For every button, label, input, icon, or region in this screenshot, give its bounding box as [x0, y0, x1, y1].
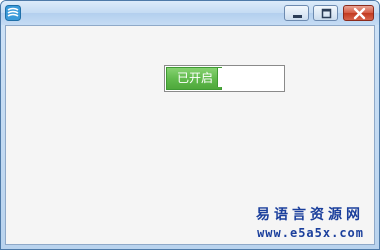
maximize-icon — [321, 8, 332, 19]
toggle-switch[interactable]: 已开启 — [164, 65, 285, 92]
client-area: 已开启 易语言资源网 www.e5a5x.com — [5, 25, 375, 245]
maximize-button[interactable] — [313, 5, 338, 21]
minimize-button[interactable] — [284, 5, 309, 21]
app-logo-icon[interactable] — [5, 5, 21, 21]
app-window: 已开启 易语言资源网 www.e5a5x.com — [0, 0, 380, 250]
close-icon — [353, 7, 366, 20]
close-button[interactable] — [343, 5, 374, 21]
switch-on-label: 已开启 — [166, 67, 222, 90]
minimize-icon — [293, 15, 302, 18]
watermark-site-name: 易语言资源网 — [256, 207, 364, 223]
switch-knob[interactable] — [217, 68, 222, 87]
title-bar[interactable] — [1, 1, 379, 25]
watermark-url: www.e5a5x.com — [257, 226, 364, 240]
